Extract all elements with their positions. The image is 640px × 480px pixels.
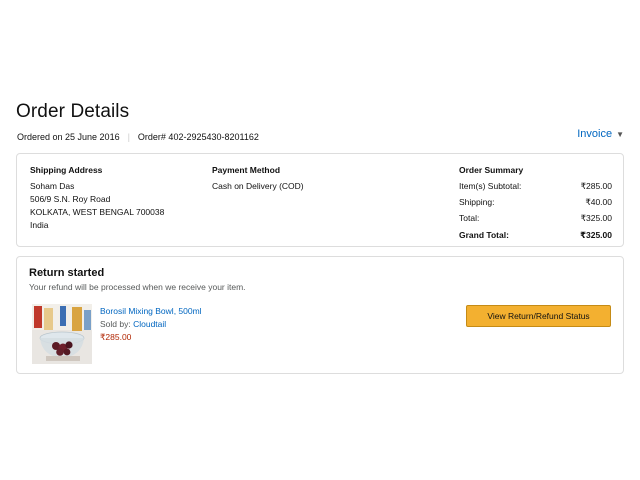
summary-row-total: Total: ₹325.00 [459, 212, 612, 225]
summary-value: ₹40.00 [585, 197, 612, 207]
summary-row-shipping: Shipping: ₹40.00 [459, 196, 612, 209]
sold-by: Sold by: Cloudtail [100, 318, 202, 331]
return-title: Return started [29, 267, 105, 279]
payment-heading: Payment Method [212, 165, 281, 175]
shipping-heading: Shipping Address [30, 165, 103, 175]
invoice-label: Invoice [577, 128, 613, 140]
caret-down-icon: ▼ [616, 130, 624, 139]
return-subtitle: Your refund will be processed when we re… [29, 282, 246, 292]
item-price: ₹285.00 [100, 332, 132, 342]
meta-divider: | [127, 132, 130, 142]
product-image[interactable] [32, 304, 92, 364]
shipping-line: Soham Das [30, 181, 75, 191]
order-number: Order# 402-2925430-8201162 [137, 132, 259, 142]
payment-method-value: Cash on Delivery (COD) [212, 181, 304, 191]
shipping-line: India [30, 220, 49, 230]
order-summary-section: Order Summary Item(s) Subtotal: ₹285.00 … [459, 164, 612, 245]
ordered-on: Ordered on 25 June 2016 [17, 132, 120, 142]
order-meta: Ordered on 25 June 2016 | Order# 402-292… [17, 132, 259, 142]
return-item-info: Borosil Mixing Bowl, 500ml Sold by: Clou… [100, 305, 202, 344]
summary-row-subtotal: Item(s) Subtotal: ₹285.00 [459, 180, 612, 193]
shipping-line: KOLKATA, WEST BENGAL 700038 [30, 207, 165, 217]
summary-row-grand-total: Grand Total: ₹325.00 [459, 229, 612, 242]
summary-value: ₹325.00 [580, 230, 612, 240]
summary-heading: Order Summary [459, 165, 524, 175]
shipping-address-section: Shipping Address Soham Das 506/9 S.N. Ro… [30, 164, 164, 232]
view-return-refund-status-button[interactable]: View Return/Refund Status [466, 305, 611, 327]
shipping-line: 506/9 S.N. Roy Road [30, 194, 111, 204]
summary-label: Shipping: [459, 197, 495, 207]
order-info-box: Shipping Address Soham Das 506/9 S.N. Ro… [16, 153, 624, 247]
button-label: View Return/Refund Status [487, 311, 590, 321]
return-box: Return started Your refund will be proce… [16, 256, 624, 374]
summary-value: ₹325.00 [580, 213, 612, 223]
seller-link[interactable]: Cloudtail [133, 319, 166, 329]
summary-label: Total: [459, 213, 480, 223]
summary-label: Item(s) Subtotal: [459, 181, 522, 191]
payment-method-section: Payment Method Cash on Delivery (COD) [212, 164, 304, 193]
product-title-link[interactable]: Borosil Mixing Bowl, 500ml [100, 305, 202, 318]
page-title: Order Details [16, 101, 130, 122]
summary-label: Grand Total: [459, 230, 509, 240]
invoice-dropdown[interactable]: Invoice ▼ [577, 128, 624, 140]
summary-value: ₹285.00 [580, 181, 612, 191]
mixing-bowl-image [32, 304, 92, 364]
sold-by-label: Sold by: [100, 319, 131, 329]
